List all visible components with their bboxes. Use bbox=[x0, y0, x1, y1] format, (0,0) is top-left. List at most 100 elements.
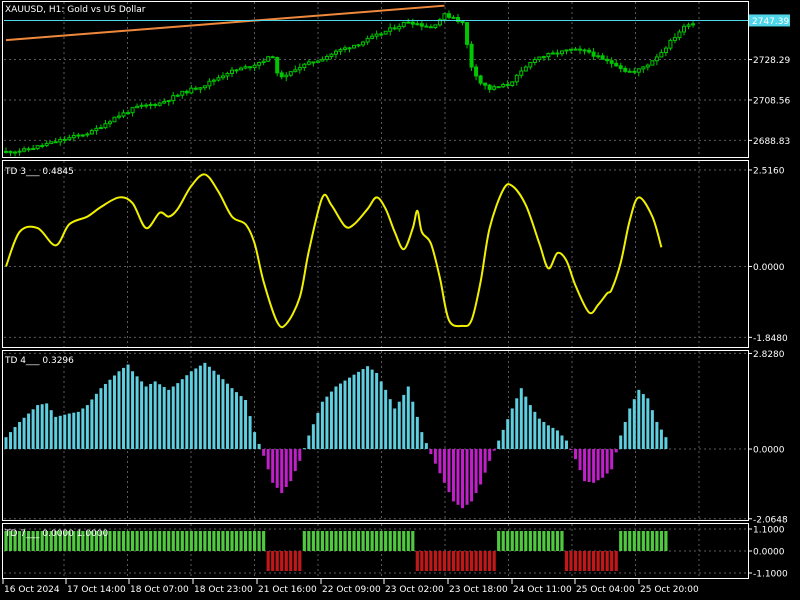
candle bbox=[297, 63, 302, 74]
td4-bar bbox=[72, 412, 76, 450]
td4-bar bbox=[357, 371, 361, 450]
td3-line[interactable] bbox=[5, 173, 663, 329]
td7-bar bbox=[185, 531, 189, 551]
td4-bar bbox=[225, 383, 229, 450]
td4-bar bbox=[592, 449, 596, 483]
td4-bar bbox=[537, 418, 541, 450]
td7-bar bbox=[361, 531, 365, 551]
td7-bar bbox=[614, 551, 618, 571]
candle bbox=[388, 23, 393, 36]
candle-body bbox=[654, 56, 659, 62]
candle-body bbox=[361, 41, 366, 46]
td7-bar bbox=[225, 531, 230, 551]
candle bbox=[672, 33, 677, 44]
candle bbox=[252, 62, 257, 72]
td7-bar bbox=[293, 551, 297, 571]
td4-bar bbox=[176, 383, 180, 450]
td7-bar bbox=[424, 551, 428, 571]
candle bbox=[103, 119, 108, 130]
td4-bar bbox=[4, 437, 8, 450]
td4-bar bbox=[49, 410, 53, 450]
td7-bar bbox=[316, 531, 320, 551]
candle bbox=[347, 46, 352, 53]
candle bbox=[315, 59, 320, 63]
td4-bar bbox=[641, 394, 645, 450]
candle bbox=[451, 15, 456, 19]
candle bbox=[691, 20, 696, 28]
candle-body bbox=[243, 66, 248, 69]
td7-bar bbox=[420, 551, 424, 571]
candle bbox=[31, 144, 36, 151]
candle bbox=[248, 66, 253, 71]
candle bbox=[243, 64, 248, 70]
td7-bar bbox=[203, 531, 207, 551]
candle-body bbox=[469, 43, 474, 68]
td7-bar bbox=[632, 531, 636, 551]
candle bbox=[541, 55, 546, 61]
td4-bar bbox=[393, 408, 397, 450]
td4-bar bbox=[483, 449, 487, 473]
td4-bar bbox=[415, 416, 419, 450]
candle-body bbox=[175, 94, 180, 97]
td4-bar bbox=[63, 414, 67, 450]
td7-bar bbox=[162, 531, 166, 551]
td4-bar bbox=[126, 364, 130, 450]
candle-body bbox=[514, 74, 519, 83]
candle bbox=[609, 57, 614, 68]
td4-bar bbox=[338, 383, 342, 450]
candle bbox=[636, 68, 641, 77]
td7-bar bbox=[379, 531, 383, 551]
time-label: 22 Oct 09:00 bbox=[322, 585, 381, 595]
candle bbox=[306, 59, 311, 66]
td4-bar bbox=[433, 449, 437, 464]
candle-body bbox=[207, 80, 212, 87]
td4-panel[interactable] bbox=[4, 362, 668, 509]
td4-bar bbox=[40, 404, 44, 450]
candle-body bbox=[600, 55, 605, 60]
candle bbox=[171, 91, 176, 105]
candle-body bbox=[26, 148, 31, 151]
candle bbox=[419, 20, 424, 31]
candle bbox=[44, 140, 49, 148]
td3-tick-label: 2.5160 bbox=[753, 166, 785, 176]
candle-body bbox=[261, 60, 266, 63]
candle-body bbox=[672, 37, 677, 41]
td7-bar bbox=[542, 531, 546, 551]
td7-bar bbox=[343, 531, 347, 551]
candle bbox=[645, 63, 650, 71]
td4-bar bbox=[27, 413, 31, 450]
td4-bar bbox=[397, 401, 401, 450]
candle-body bbox=[324, 55, 329, 60]
td3-tick-label: 0.0000 bbox=[753, 263, 785, 273]
td3-panel[interactable] bbox=[5, 173, 663, 329]
td7-bar bbox=[596, 551, 600, 571]
candle bbox=[496, 86, 501, 89]
candle bbox=[162, 98, 167, 105]
td7-bar bbox=[216, 531, 221, 551]
candle bbox=[343, 45, 347, 53]
candle bbox=[654, 53, 659, 66]
candle-body bbox=[383, 30, 388, 35]
candle bbox=[514, 73, 519, 86]
candle bbox=[383, 30, 388, 35]
candle bbox=[605, 55, 610, 65]
td7-bar bbox=[655, 531, 659, 551]
trading-chart[interactable]: 2747.39 2728.29 2708.56 2688.83 2.5160 0.0000… bbox=[0, 0, 800, 600]
td7-bar bbox=[510, 531, 514, 551]
candle-body bbox=[406, 21, 411, 24]
td4-bar bbox=[646, 398, 650, 450]
candle-body bbox=[58, 138, 63, 143]
td4-bar bbox=[366, 366, 370, 450]
td7-bar bbox=[551, 531, 555, 551]
td4-bar bbox=[524, 396, 528, 450]
td4-bar bbox=[560, 435, 564, 450]
candle-body bbox=[284, 74, 289, 78]
td4-bar bbox=[564, 440, 568, 450]
candle-body bbox=[677, 31, 682, 39]
price-panel[interactable] bbox=[4, 4, 748, 157]
td4-bar bbox=[664, 437, 668, 450]
candle bbox=[532, 56, 537, 66]
td7-bar bbox=[641, 531, 645, 551]
candle bbox=[85, 132, 90, 138]
candle bbox=[578, 45, 583, 55]
